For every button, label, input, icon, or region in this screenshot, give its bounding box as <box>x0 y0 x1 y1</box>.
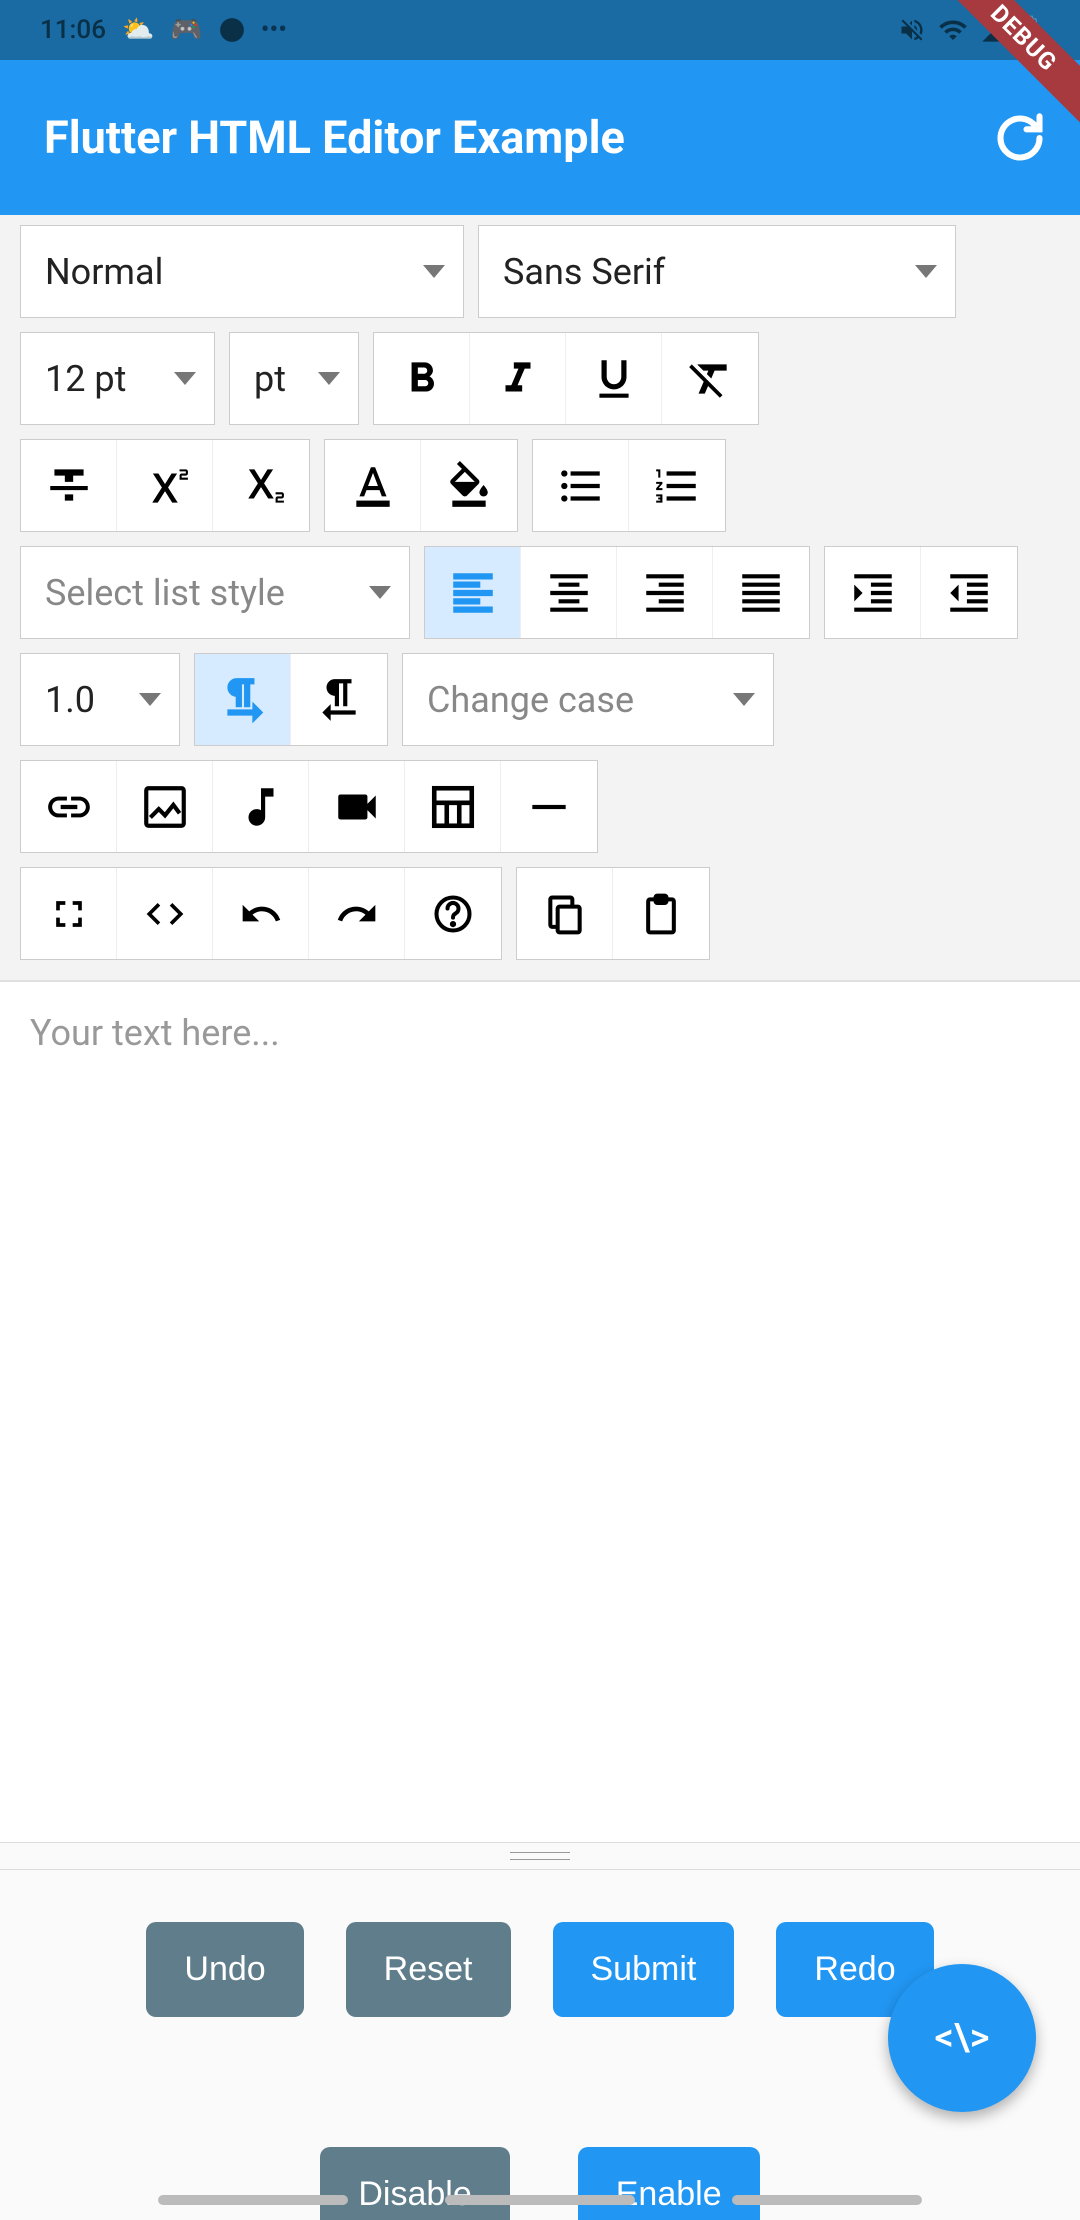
font-unit-value: pt <box>254 358 286 400</box>
more-icon: ••• <box>261 15 287 45</box>
hr-button[interactable] <box>501 761 597 852</box>
chevron-down-icon <box>423 265 445 278</box>
align-group <box>424 546 810 639</box>
list-style-placeholder: Select list style <box>45 572 285 614</box>
app-bar: Flutter HTML Editor Example <box>0 60 1080 215</box>
editor-toolbar: Normal Sans Serif 12 pt pt <box>0 215 1080 982</box>
clipboard-group <box>516 867 710 960</box>
nav-recent[interactable] <box>158 2195 348 2205</box>
chevron-down-icon <box>318 372 340 385</box>
align-justify-button[interactable] <box>713 547 809 638</box>
font-size-value: 12 pt <box>45 358 126 400</box>
direction-group <box>194 653 388 746</box>
color-group <box>324 439 518 532</box>
align-right-button[interactable] <box>617 547 713 638</box>
undo-button[interactable] <box>213 868 309 959</box>
font-family-dropdown[interactable]: Sans Serif <box>478 225 956 318</box>
clear-format-button[interactable] <box>662 333 758 424</box>
subscript-button[interactable] <box>213 440 309 531</box>
nav-home[interactable] <box>445 2195 635 2205</box>
fab-button[interactable]: <\> <box>888 1964 1036 2112</box>
chevron-down-icon <box>915 265 937 278</box>
image-button[interactable] <box>117 761 213 852</box>
weather-icon: ⛅ <box>122 15 154 45</box>
insert-group <box>20 760 598 853</box>
chevron-down-icon <box>139 693 161 706</box>
wifi-icon <box>938 15 968 45</box>
code-icon: <\> <box>935 2016 990 2060</box>
editor-placeholder: Your text here... <box>30 1012 280 1054</box>
system-nav-bar <box>0 2180 1080 2220</box>
list-group <box>532 439 726 532</box>
status-time: 11:06 <box>40 15 106 45</box>
help-button[interactable] <box>405 868 501 959</box>
fullscreen-button[interactable] <box>21 868 117 959</box>
resize-handle[interactable] <box>0 1842 1080 1870</box>
indent-increase-button[interactable] <box>825 547 921 638</box>
italic-button[interactable] <box>470 333 566 424</box>
table-button[interactable] <box>405 761 501 852</box>
align-left-button[interactable] <box>425 547 521 638</box>
align-center-button[interactable] <box>521 547 617 638</box>
mute-icon <box>898 16 926 44</box>
paragraph-format-dropdown[interactable]: Normal <box>20 225 464 318</box>
bold-button[interactable] <box>374 333 470 424</box>
text-color-button[interactable] <box>325 440 421 531</box>
app-title: Flutter HTML Editor Example <box>44 111 625 164</box>
code-view-button[interactable] <box>117 868 213 959</box>
submit-action-button[interactable]: Submit <box>553 1922 735 2017</box>
link-button[interactable] <box>21 761 117 852</box>
line-height-value: 1.0 <box>45 679 95 721</box>
paste-button[interactable] <box>613 868 709 959</box>
font-size-dropdown[interactable]: 12 pt <box>20 332 215 425</box>
superscript-button[interactable] <box>117 440 213 531</box>
chevron-down-icon <box>369 586 391 599</box>
undo-action-button[interactable]: Undo <box>146 1922 303 2017</box>
redo-button[interactable] <box>309 868 405 959</box>
audio-button[interactable] <box>213 761 309 852</box>
status-bar: 11:06 ⛅ 🎮 ••• <box>0 0 1080 60</box>
reset-action-button[interactable]: Reset <box>346 1922 511 2017</box>
change-case-dropdown[interactable]: Change case <box>402 653 774 746</box>
misc-group <box>20 867 502 960</box>
numbered-list-button[interactable] <box>629 440 725 531</box>
chevron-down-icon <box>174 372 196 385</box>
xbox-icon <box>219 17 245 43</box>
text-format-group <box>20 439 310 532</box>
editor-area[interactable]: Your text here... <box>0 982 1080 1842</box>
font-family-value: Sans Serif <box>503 251 665 293</box>
underline-button[interactable] <box>566 333 662 424</box>
text-style-group <box>373 332 759 425</box>
indent-group <box>824 546 1018 639</box>
video-button[interactable] <box>309 761 405 852</box>
line-height-dropdown[interactable]: 1.0 <box>20 653 180 746</box>
bullet-list-button[interactable] <box>533 440 629 531</box>
controller-icon: 🎮 <box>170 15 202 45</box>
copy-button[interactable] <box>517 868 613 959</box>
ltr-button[interactable] <box>195 654 291 745</box>
change-case-placeholder: Change case <box>427 679 634 721</box>
list-style-dropdown[interactable]: Select list style <box>20 546 410 639</box>
highlight-color-button[interactable] <box>421 440 517 531</box>
refresh-button[interactable] <box>990 108 1050 168</box>
rtl-button[interactable] <box>291 654 387 745</box>
indent-decrease-button[interactable] <box>921 547 1017 638</box>
font-unit-dropdown[interactable]: pt <box>229 332 359 425</box>
paragraph-format-value: Normal <box>45 251 163 293</box>
nav-back[interactable] <box>732 2195 922 2205</box>
chevron-down-icon <box>733 693 755 706</box>
strikethrough-button[interactable] <box>21 440 117 531</box>
